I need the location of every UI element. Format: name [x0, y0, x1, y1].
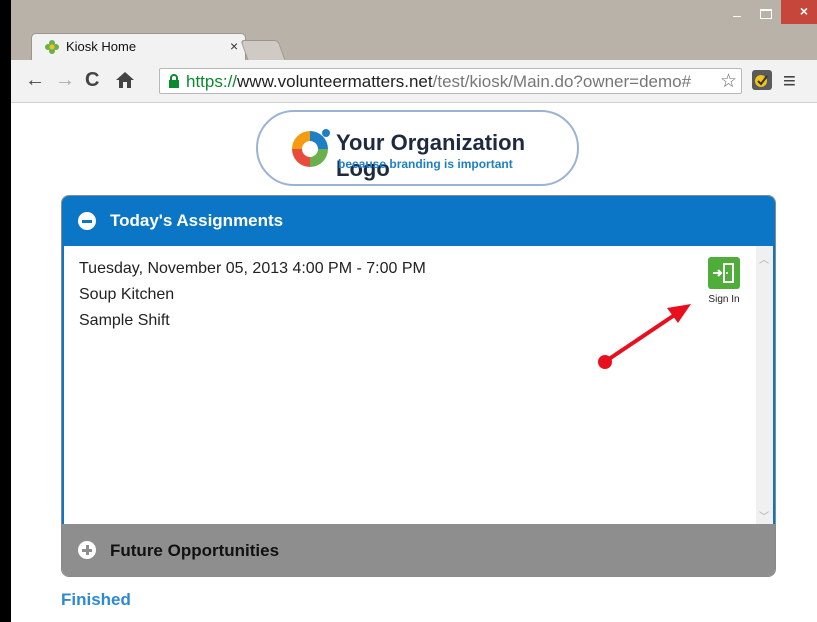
- close-window-button[interactable]: ×: [781, 0, 817, 24]
- page-content: Your Organization Logo because branding …: [11, 103, 817, 622]
- close-tab-icon[interactable]: ×: [230, 38, 238, 54]
- reload-icon[interactable]: C: [85, 69, 99, 92]
- forward-icon[interactable]: →: [55, 69, 75, 92]
- tab-title: Kiosk Home: [66, 39, 137, 54]
- back-icon[interactable]: ←: [25, 69, 45, 92]
- browser-tab[interactable]: Kiosk Home ×: [31, 33, 246, 60]
- url-text: https://www.volunteermatters.net/test/ki…: [186, 72, 692, 91]
- maximize-icon: [760, 9, 772, 19]
- browser-toolbar: ← → C https://www.volunteermatters.net/t…: [11, 60, 817, 103]
- flower-favicon-icon: [45, 40, 59, 54]
- minimize-button[interactable]: –: [724, 7, 750, 31]
- star-icon[interactable]: ☆: [720, 70, 737, 93]
- menu-icon[interactable]: ≡: [783, 68, 796, 94]
- home-icon[interactable]: [115, 71, 135, 89]
- new-tab-button[interactable]: [240, 40, 286, 61]
- browser-window: Kiosk Home × – × ← → C https://www.volun…: [11, 0, 817, 622]
- address-bar[interactable]: https://www.volunteermatters.net/test/ki…: [159, 68, 742, 94]
- extension-icon[interactable]: [752, 70, 772, 90]
- lock-icon: [169, 74, 179, 88]
- maximize-button[interactable]: [752, 0, 778, 24]
- annotation-arrow-icon: [598, 304, 691, 369]
